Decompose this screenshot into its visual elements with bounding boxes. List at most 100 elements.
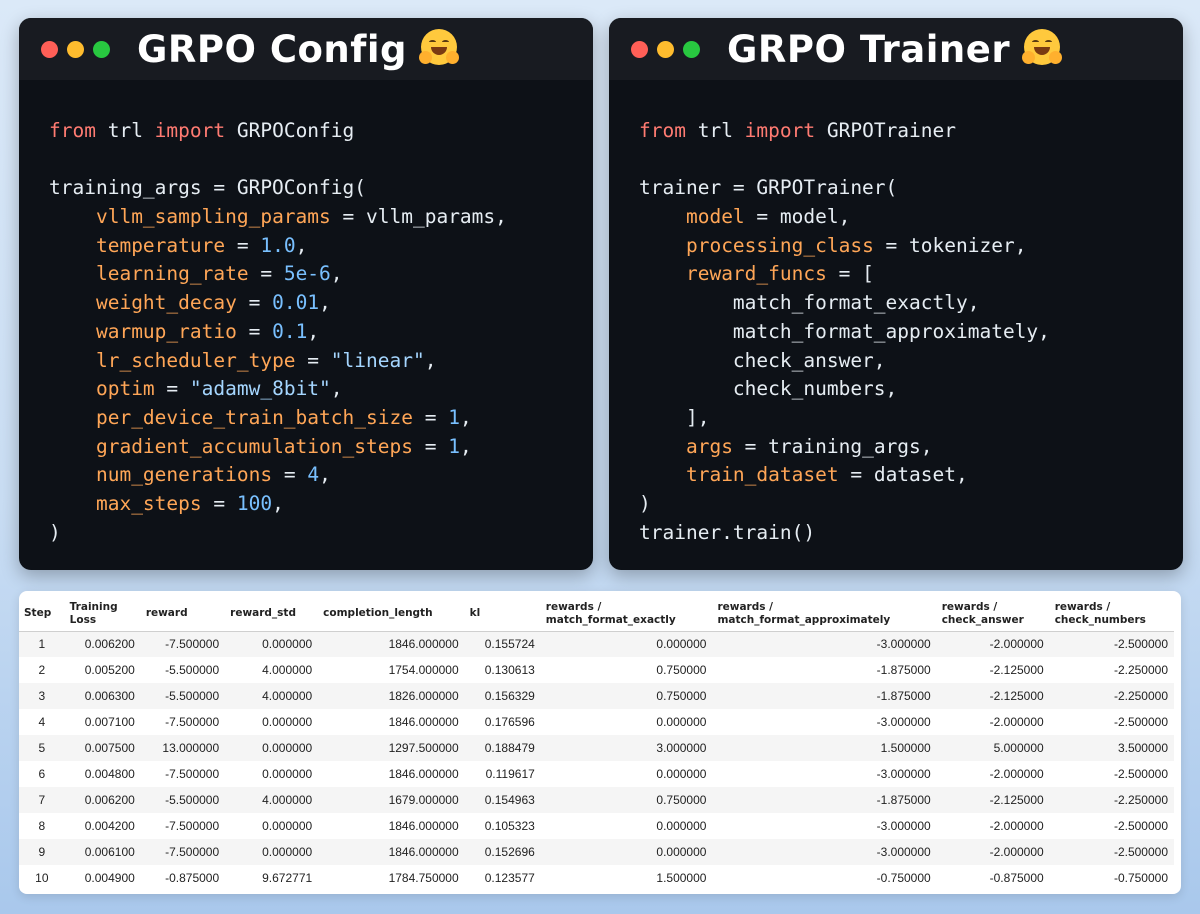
column-header-line1: kl <box>469 607 481 620</box>
table-cell: 0.006100 <box>64 839 141 865</box>
minimize-window-dot-icon[interactable] <box>67 40 84 58</box>
table-cell: -7.500000 <box>140 839 226 865</box>
table-cell: -2.250000 <box>1049 657 1174 683</box>
column-header[interactable]: rewards / match_format_approximately <box>712 597 937 632</box>
column-header-line2: check_numbers <box>1054 613 1146 626</box>
table-cell: -1.875000 <box>712 657 937 683</box>
table-row: 5 0.007500 13.000000 0.000000 1297.500000 0.1… <box>19 735 1174 761</box>
table-cell: 0.000000 <box>225 735 319 761</box>
table-cell: 1297.500000 <box>318 735 465 761</box>
code-token: per_device_train_batch_size <box>95 405 413 429</box>
code-token: , <box>319 291 331 315</box>
maximize-window-dot-icon[interactable] <box>93 40 110 58</box>
table-cell: 0.007100 <box>64 709 141 735</box>
table-cell: -7.500000 <box>140 761 226 787</box>
code-token: = [ <box>826 262 874 286</box>
table-cell: 0.176596 <box>464 709 541 735</box>
column-header-line2: match_format_exactly <box>545 613 676 626</box>
table-cell: 0.006200 <box>64 631 141 657</box>
column-header[interactable]: Step <box>19 597 65 632</box>
table-cell: 6 <box>19 761 65 787</box>
column-header[interactable]: reward_std <box>225 597 319 632</box>
table-cell: -7.500000 <box>140 709 226 735</box>
table-cell: 0.005200 <box>64 657 141 683</box>
table-cell: 1 <box>19 631 65 657</box>
table-cell: -3.000000 <box>712 709 937 735</box>
table-cell: 4.000000 <box>225 657 319 683</box>
column-header-line2: match_format_approximately <box>717 613 891 626</box>
code-token: 1 <box>448 405 460 429</box>
code-line: warmup_ratio = 0.1, <box>49 318 593 347</box>
maximize-window-dot-icon[interactable] <box>683 40 700 58</box>
table-cell: 0.750000 <box>540 787 713 813</box>
code-line: model = model, <box>639 203 1183 232</box>
training-log-table-card: Step Training Loss reward reward_std completi… <box>19 591 1181 894</box>
code-token: trl <box>685 119 745 142</box>
column-header-line2: Loss <box>69 613 97 626</box>
code-token: training_args, <box>768 434 933 458</box>
table-cell: 0.152696 <box>464 839 541 865</box>
code-line: vllm_sampling_params = vllm_params, <box>49 203 593 232</box>
column-header[interactable]: rewards / check_numbers <box>1049 597 1174 632</box>
table-cell: 1846.000000 <box>318 761 465 787</box>
code-token: processing_class <box>685 233 874 257</box>
column-header[interactable]: Training Loss <box>64 597 141 632</box>
close-window-dot-icon[interactable] <box>631 40 648 58</box>
table-cell: -5.500000 <box>140 657 226 683</box>
table-cell: 4 <box>19 709 65 735</box>
code-token: import <box>744 119 816 142</box>
minimize-window-dot-icon[interactable] <box>657 40 674 58</box>
code-line: reward_funcs = [ <box>639 260 1183 289</box>
column-header[interactable]: rewards / match_format_exactly <box>540 597 713 632</box>
column-header[interactable]: kl <box>464 597 541 632</box>
code-line: processing_class = tokenizer, <box>639 232 1183 261</box>
code-token: vllm_params, <box>366 205 507 229</box>
table-cell: -2.500000 <box>1049 839 1174 865</box>
close-window-dot-icon[interactable] <box>41 40 58 58</box>
code-token: trainer = GRPOTrainer( <box>639 176 898 200</box>
column-header-line1: rewards / <box>717 600 773 613</box>
column-header[interactable]: completion_length <box>318 597 465 632</box>
column-header-line1: Training <box>69 600 118 613</box>
column-header[interactable]: rewards / check_answer <box>936 597 1050 632</box>
table-cell: -2.125000 <box>936 657 1050 683</box>
table-cell: 0.000000 <box>540 761 713 787</box>
code-token: = <box>225 233 261 257</box>
table-cell: -3.000000 <box>712 813 937 839</box>
table-cell: 0.000000 <box>225 839 319 865</box>
code-token: GRPOConfig <box>225 119 355 142</box>
table-cell: 0.004900 <box>64 865 141 891</box>
code-token: = <box>236 319 273 343</box>
code-line: from trl import GRPOConfig <box>49 117 593 146</box>
column-header[interactable]: reward <box>140 597 226 632</box>
table-cell: 0.000000 <box>225 709 319 735</box>
code-token: = <box>236 291 273 315</box>
code-token: = <box>732 434 769 458</box>
code-token: , <box>272 491 284 515</box>
code-token: = <box>201 491 237 515</box>
table-cell: 5.000000 <box>936 735 1050 761</box>
code-token: warmup_ratio <box>95 319 237 343</box>
table-cell: 0.154963 <box>464 787 541 813</box>
table-row: 6 0.004800 -7.500000 0.000000 1846.000000 0.1… <box>19 761 1174 787</box>
table-header-row: Step Training Loss reward reward_std completi… <box>19 597 1174 632</box>
code-line: match_format_exactly, <box>639 289 1183 318</box>
code-token: , <box>330 262 343 286</box>
table-cell: -0.750000 <box>712 865 937 891</box>
table-row: 3 0.006300 -5.500000 4.000000 1826.000000 0.1… <box>19 683 1174 709</box>
table-cell: 0.000000 <box>540 839 713 865</box>
code-token: model, <box>779 205 851 229</box>
code-token: "adamw_8bit" <box>189 377 331 401</box>
table-cell: 1.500000 <box>712 735 937 761</box>
table-cell: -0.875000 <box>936 865 1050 891</box>
code-token: reward_funcs <box>685 262 827 286</box>
code-token: train_dataset <box>685 463 839 487</box>
code-token: = <box>412 434 449 458</box>
